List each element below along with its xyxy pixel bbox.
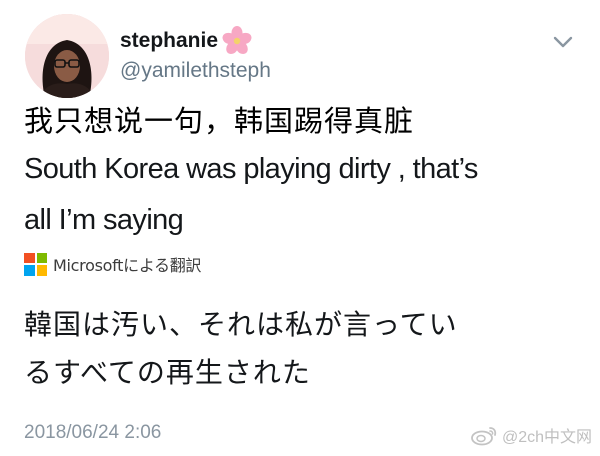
translation-attribution[interactable]: Microsoftによる翻訳: [24, 252, 201, 276]
translated-text-line1: 韓国は汚い、それは私が言ってい: [24, 308, 458, 341]
tweet-text-english-line1: South Korea was playing dirty , that’s: [24, 153, 478, 185]
user-block[interactable]: stephanie @yamilethsteph: [120, 26, 271, 84]
translated-text-line2: るすべての再生された: [24, 356, 311, 389]
tweet-text-english: South Korea was playing dirty , that’s a…: [24, 144, 584, 246]
watermark-text: @2ch中文网: [502, 429, 593, 446]
cherry-blossom-icon: [222, 26, 252, 54]
chevron-down-icon[interactable]: [552, 34, 574, 50]
tweet-text-chinese: 我只想说一句，韩国踢得真脏: [24, 104, 415, 138]
translation-label: Microsoftによる翻訳: [53, 256, 202, 275]
tweet-timestamp[interactable]: 2018/06/24 2:06: [24, 421, 161, 445]
display-name[interactable]: stephanie: [120, 29, 218, 53]
watermark: @2ch中文网: [470, 423, 592, 447]
microsoft-logo-icon: [24, 252, 47, 276]
tweet-text-english-line2: all I’m saying: [24, 204, 184, 236]
avatar[interactable]: [25, 14, 109, 98]
weibo-icon: [471, 427, 497, 446]
display-name-row: stephanie: [120, 26, 271, 56]
avatar-photo: [25, 14, 109, 98]
translated-text: 韓国は汚い、それは私が言ってい るすべての再生された: [24, 301, 584, 397]
user-handle[interactable]: @yamilethsteph: [120, 58, 271, 84]
